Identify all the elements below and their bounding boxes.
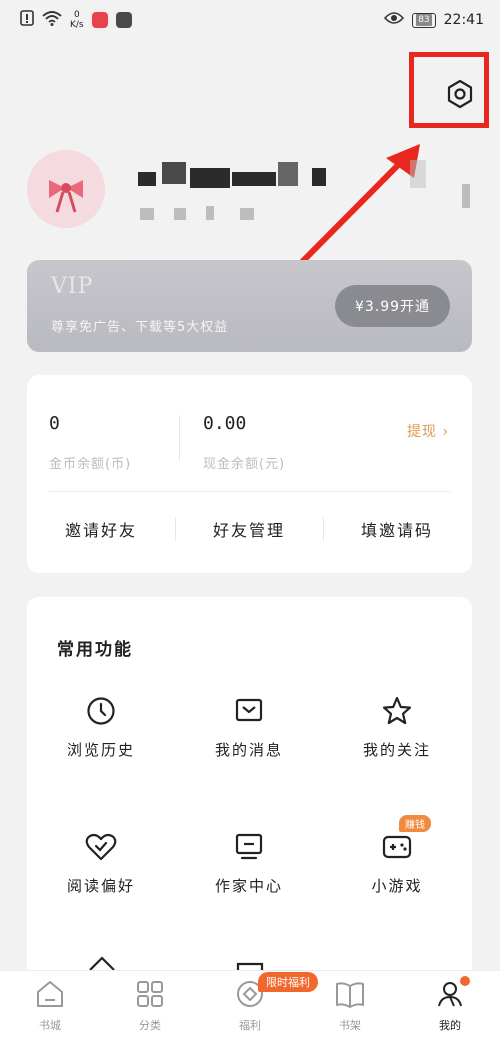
monitor-icon: [231, 829, 267, 865]
settings-hexagon-icon: [445, 79, 475, 113]
message-box-icon: [231, 693, 267, 729]
function-label: 作家中心: [214, 877, 283, 895]
function-label: 阅读偏好: [66, 877, 135, 895]
wifi-icon: [42, 10, 62, 30]
vip-open-button[interactable]: ¥3.99开通: [335, 285, 450, 327]
wallet-divider: [179, 415, 180, 461]
status-bar: 0 K/s 83 22:41: [0, 0, 500, 40]
bottom-nav: 书城 分类 福利 书架 我的: [0, 970, 500, 1039]
my-messages-item[interactable]: 我的消息: [175, 693, 323, 760]
functions-title: 常用功能: [57, 640, 133, 660]
function-label: 浏览历史: [66, 741, 135, 759]
app-notification-icon-2: [115, 12, 132, 28]
grid-icon: [135, 979, 165, 1013]
vip-title: VIP: [51, 274, 94, 299]
status-time: 22:41: [443, 12, 484, 28]
notification-dot: [460, 976, 470, 986]
nav-label: 福利: [239, 1019, 261, 1032]
nav-category[interactable]: 分类: [100, 979, 200, 1033]
nav-label: 书城: [39, 1019, 61, 1032]
cash-label: 现金余额(元): [203, 457, 286, 472]
writer-center-item[interactable]: 作家中心: [175, 829, 323, 896]
nav-bookstore[interactable]: 书城: [0, 979, 100, 1033]
browse-history-item[interactable]: 浏览历史: [27, 693, 175, 760]
nav-mine[interactable]: 我的: [400, 979, 500, 1033]
network-speed: 0 K/s: [70, 10, 84, 30]
invite-friends-button[interactable]: 邀请好友: [27, 517, 175, 541]
status-right: 83 22:41: [384, 11, 484, 29]
nav-label: 书架: [339, 1019, 361, 1032]
limited-welfare-badge: 限时福利: [258, 972, 318, 992]
coins-label: 金币余额(币): [49, 457, 132, 472]
withdraw-link[interactable]: 提现 ›: [407, 421, 449, 441]
gamepad-icon: 赚钱: [379, 815, 431, 865]
vip-card[interactable]: VIP 尊享免广告、下载等5大权益 ¥3.99开通: [27, 260, 472, 352]
settings-button[interactable]: [442, 78, 478, 114]
earn-badge: 赚钱: [399, 815, 431, 832]
heart-check-icon: [83, 829, 119, 865]
bow-avatar-icon: [27, 150, 105, 228]
functions-card: 常用功能 浏览历史 我的消息 我的关注 阅读偏好 作家中心 赚钱 小游戏: [27, 597, 472, 997]
wallet-card: 0 金币余额(币) 0.00 现金余额(元) 提现 › 邀请好友 好友管理 填邀…: [27, 375, 472, 573]
nav-label: 分类: [139, 1019, 161, 1032]
function-label: 我的消息: [214, 741, 283, 759]
home-icon: [35, 979, 65, 1013]
status-left: 0 K/s: [20, 10, 132, 30]
clock-icon: [83, 693, 119, 729]
reading-preference-item[interactable]: 阅读偏好: [27, 829, 175, 896]
friend-management-button[interactable]: 好友管理: [175, 517, 323, 541]
vip-description: 尊享免广告、下载等5大权益: [51, 320, 229, 335]
wallet-separator: [49, 491, 451, 492]
red-arrow: [290, 136, 430, 276]
coins-value: 0: [49, 413, 60, 434]
star-icon: [379, 693, 415, 729]
battery-indicator: 83: [412, 12, 436, 28]
nav-label: 我的: [439, 1019, 461, 1032]
avatar[interactable]: [27, 150, 105, 228]
function-label: 小游戏: [371, 877, 423, 895]
my-follows-item[interactable]: 我的关注: [323, 693, 471, 760]
eye-icon: [384, 11, 405, 29]
function-label: 我的关注: [362, 741, 431, 759]
book-icon: [334, 979, 366, 1013]
cash-value: 0.00: [203, 413, 247, 434]
enter-invite-code-button[interactable]: 填邀请码: [323, 517, 471, 541]
mini-games-item[interactable]: 赚钱 小游戏: [323, 815, 471, 896]
app-notification-icon: [91, 12, 108, 28]
alert-icon: [20, 10, 34, 30]
